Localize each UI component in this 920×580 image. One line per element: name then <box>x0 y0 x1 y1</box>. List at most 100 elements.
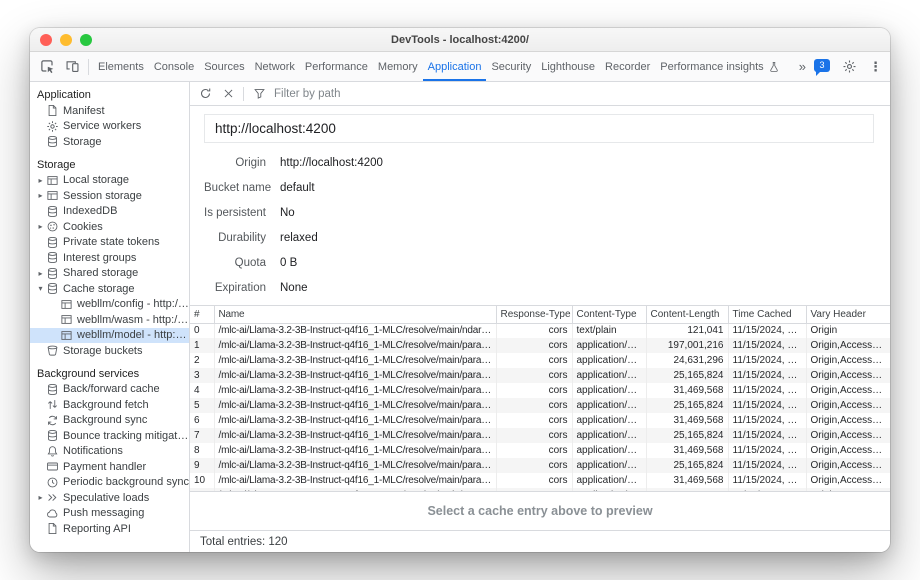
tab-memory[interactable]: Memory <box>373 52 423 81</box>
tab-security[interactable]: Security <box>486 52 536 81</box>
sidebar-item-label: Back/forward cache <box>63 383 160 395</box>
settings-gear-icon[interactable] <box>838 55 861 78</box>
sidebar-item-background-fetch[interactable]: Background fetch <box>30 397 189 413</box>
column-header-num[interactable]: # <box>190 306 214 323</box>
sidebar-item-cookies[interactable]: ▸Cookies <box>30 219 189 235</box>
kebab-menu-icon[interactable]: ⋮ <box>869 59 882 75</box>
sidebar-item-label: Shared storage <box>63 267 138 279</box>
field-value-is-persistent: No <box>280 206 874 220</box>
tab-label: Performance <box>305 61 368 73</box>
table-row[interactable]: 0/mlc-ai/Llama-3.2-3B-Instruct-q4f16_1-M… <box>190 323 890 338</box>
cell: 11/15/2024, 10… <box>728 458 806 473</box>
table-row[interactable]: 7/mlc-ai/Llama-3.2-3B-Instruct-q4f16_1-M… <box>190 428 890 443</box>
tab-application[interactable]: Application <box>423 52 487 81</box>
table-row[interactable]: 1/mlc-ai/Llama-3.2-3B-Instruct-q4f16_1-M… <box>190 338 890 353</box>
table-row[interactable]: 9/mlc-ai/Llama-3.2-3B-Instruct-q4f16_1-M… <box>190 458 890 473</box>
collapse-arrow-icon[interactable]: ▾ <box>36 284 45 293</box>
cell: cors <box>496 443 572 458</box>
table-row[interactable]: 5/mlc-ai/Llama-3.2-3B-Instruct-q4f16_1-M… <box>190 398 890 413</box>
cell: /mlc-ai/Llama-3.2-3B-Instruct-q4f16_1-ML… <box>214 413 496 428</box>
sidebar-item-bounce-tracking-mitigations[interactable]: Bounce tracking mitigations <box>30 428 189 444</box>
tab-performance[interactable]: Performance <box>300 52 373 81</box>
table-row[interactable]: 4/mlc-ai/Llama-3.2-3B-Instruct-q4f16_1-M… <box>190 383 890 398</box>
sidebar-item-interest-groups[interactable]: Interest groups <box>30 250 189 266</box>
tab-recorder[interactable]: Recorder <box>600 52 655 81</box>
delete-selected-icon[interactable] <box>220 86 236 102</box>
devtools-tabs: ElementsConsole Sources Network Performance… <box>93 52 785 81</box>
table-row[interactable]: 3/mlc-ai/Llama-3.2-3B-Instruct-q4f16_1-M… <box>190 368 890 383</box>
sidebar-item-back-forward-cache[interactable]: Back/forward cache <box>30 382 189 398</box>
device-toolbar-icon[interactable] <box>61 55 84 78</box>
sidebar-item-manifest[interactable]: Manifest <box>30 103 189 119</box>
sidebar-item-cache-storage[interactable]: ▾Cache storage <box>30 281 189 297</box>
expand-arrow-icon[interactable]: ▸ <box>36 269 45 278</box>
tab-elements[interactable]: Elements <box>93 52 149 81</box>
column-header-vary-header[interactable]: Vary Header <box>806 306 890 323</box>
tab-performance-insights[interactable]: Performance insights <box>655 52 784 81</box>
column-header-content-length[interactable]: Content-Length <box>646 306 728 323</box>
expand-arrow-icon[interactable]: ▸ <box>36 191 45 200</box>
column-header-name[interactable]: Name <box>214 306 496 323</box>
bucket-icon <box>46 344 59 357</box>
sidebar-item-background-sync[interactable]: Background sync <box>30 413 189 429</box>
cell: 11/15/2024, 10… <box>728 368 806 383</box>
statusbar: Total entries: 120 <box>190 530 890 552</box>
inspect-icon[interactable] <box>36 55 59 78</box>
sidebar-item-local-storage[interactable]: ▸Local storage <box>30 173 189 189</box>
sidebar-item-push-messaging[interactable]: Push messaging <box>30 506 189 522</box>
tab-lighthouse[interactable]: Lighthouse <box>536 52 600 81</box>
table-row[interactable]: 10/mlc-ai/Llama-3.2-3B-Instruct-q4f16_1-… <box>190 473 890 488</box>
sidebar-item-storage-buckets[interactable]: Storage buckets <box>30 343 189 359</box>
expand-arrow-icon[interactable]: ▸ <box>36 176 45 185</box>
bell-icon <box>46 445 59 458</box>
sidebar-item-storage[interactable]: Storage <box>30 134 189 150</box>
sidebar-item-notifications[interactable]: Notifications <box>30 444 189 460</box>
field-label-origin: Origin <box>204 156 266 170</box>
preview-pane: Select a cache entry above to preview <box>190 491 890 530</box>
refresh-icon[interactable] <box>197 86 213 102</box>
sidebar-item-webllm-config-http-loc[interactable]: webllm/config - http://loc… <box>30 297 189 313</box>
sidebar-item-webllm-wasm-http-loca[interactable]: webllm/wasm - http://loca… <box>30 312 189 328</box>
tab-network[interactable]: Network <box>250 52 300 81</box>
sidebar-item-private-state-tokens[interactable]: Private state tokens <box>30 235 189 251</box>
table-row[interactable]: 6/mlc-ai/Llama-3.2-3B-Instruct-q4f16_1-M… <box>190 413 890 428</box>
table-row[interactable]: 2/mlc-ai/Llama-3.2-3B-Instruct-q4f16_1-M… <box>190 353 890 368</box>
column-header-content-type[interactable]: Content-Type <box>572 306 646 323</box>
filter-input[interactable]: Filter by path <box>274 88 340 100</box>
sidebar-item-reporting-api[interactable]: Reporting API <box>30 521 189 537</box>
expand-arrow-icon[interactable]: ▸ <box>36 222 45 231</box>
close-button[interactable] <box>40 34 52 46</box>
expand-arrow-icon[interactable]: ▸ <box>36 493 45 502</box>
sidebar-item-service-workers[interactable]: Service workers <box>30 119 189 135</box>
grid-body: 0/mlc-ai/Llama-3.2-3B-Instruct-q4f16_1-M… <box>190 323 890 491</box>
tab-console[interactable]: Console <box>149 52 199 81</box>
report-fields: Originhttp://localhost:4200Bucket namede… <box>204 156 874 295</box>
column-header-response-type[interactable]: Response-Type <box>496 306 572 323</box>
field-value-durability: relaxed <box>280 231 874 245</box>
table-row[interactable]: 8/mlc-ai/Llama-3.2-3B-Instruct-q4f16_1-M… <box>190 443 890 458</box>
console-messages-badge[interactable]: 3 <box>814 59 830 74</box>
sidebar-item-payment-handler[interactable]: Payment handler <box>30 459 189 475</box>
flask-icon <box>768 61 780 73</box>
more-tabs-icon[interactable]: » <box>799 59 806 74</box>
cache-origin-title: http://localhost:4200 <box>204 114 874 143</box>
sidebar-item-periodic-background-sync[interactable]: Periodic background sync <box>30 475 189 491</box>
cell: Origin,Access… <box>806 398 890 413</box>
minimize-button[interactable] <box>60 34 72 46</box>
sidebar-item-session-storage[interactable]: ▸Session storage <box>30 188 189 204</box>
grid-header-row: #NameResponse-TypeContent-TypeContent-Le… <box>190 306 890 323</box>
cell: Origin,Access… <box>806 368 890 383</box>
tab-label: Sources <box>204 61 244 73</box>
sidebar-item-speculative-loads[interactable]: ▸Speculative loads <box>30 490 189 506</box>
sidebar-item-webllm-model-http-loc[interactable]: webllm/model - http://loc… <box>30 328 189 344</box>
tab-sources[interactable]: Sources <box>199 52 249 81</box>
sidebar-item-indexeddb[interactable]: IndexedDB <box>30 204 189 220</box>
sidebar-item-shared-storage[interactable]: ▸ Shared storage <box>30 266 189 282</box>
cell: cors <box>496 473 572 488</box>
column-header-time-cached[interactable]: Time Cached <box>728 306 806 323</box>
cell: 31,469,568 <box>646 383 728 398</box>
cell: 31,469,568 <box>646 443 728 458</box>
sidebar-item-label: Background sync <box>63 414 147 426</box>
zoom-button[interactable] <box>80 34 92 46</box>
preview-placeholder: Select a cache entry above to preview <box>427 504 652 518</box>
